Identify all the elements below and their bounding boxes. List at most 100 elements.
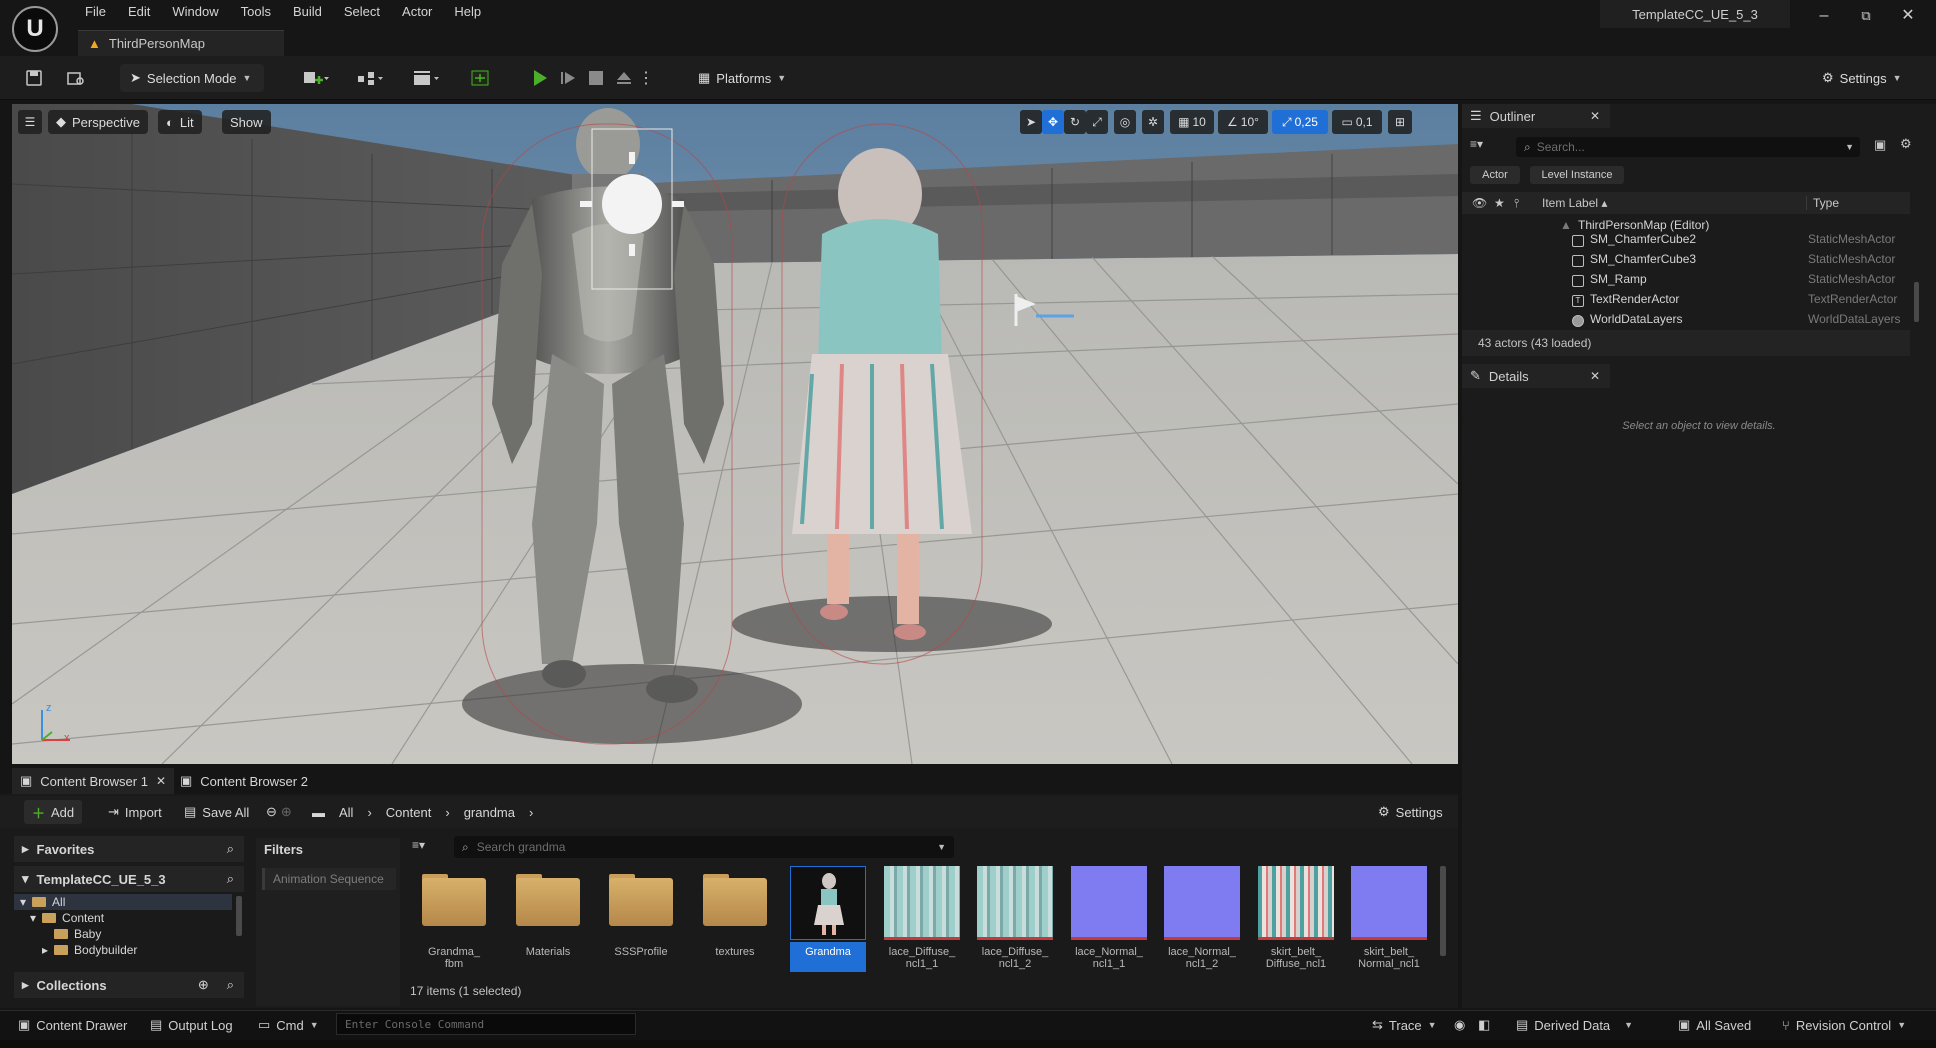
level-tab[interactable]: ▲ ThirdPersonMap — [78, 30, 284, 56]
add-button[interactable]: ＋ Add — [24, 800, 83, 824]
menu-edit[interactable]: Edit — [117, 2, 161, 22]
pin-icon[interactable]: ⫯ — [1514, 196, 1519, 211]
column-type[interactable]: Type — [1806, 196, 1839, 210]
asset-tile[interactable]: lace_Normal_ ncl1_2 — [1164, 866, 1240, 972]
build-icon[interactable] — [466, 66, 494, 90]
outliner-row[interactable]: SM_ChamferCube2 StaticMeshActor — [1462, 232, 1910, 252]
unreal-logo-icon[interactable]: U — [12, 6, 58, 52]
outliner-settings-icon[interactable]: ⚙ — [1900, 136, 1912, 152]
stop-icon[interactable] — [582, 66, 610, 90]
breadcrumb-grandma[interactable]: grandma — [464, 805, 515, 820]
scale-tool-icon[interactable]: ⤢ — [1086, 110, 1108, 134]
asset-search-input[interactable]: ⌕ Search grandma ▼ — [454, 836, 954, 858]
menu-window[interactable]: Window — [161, 2, 229, 22]
cinematics-icon[interactable] — [406, 66, 446, 90]
select-tool-icon[interactable]: ➤ — [1020, 110, 1042, 134]
tree-item-baby[interactable]: Baby — [54, 926, 101, 942]
grid-snap-button[interactable]: ▦ 10 — [1170, 110, 1214, 134]
chevron-right-icon[interactable]: › — [367, 805, 371, 820]
asset-tile[interactable]: lace_Diffuse_ ncl1_1 — [884, 866, 960, 972]
viewport-scene[interactable] — [12, 104, 1458, 764]
content-drawer-button[interactable]: ▣ Content Drawer — [18, 1014, 127, 1036]
asset-tile[interactable]: Grandma_ fbm — [416, 866, 492, 972]
asset-filter-icon[interactable]: ≡▾ — [412, 838, 425, 852]
maximize-button[interactable]: ⧉ — [1846, 4, 1886, 28]
viewport-menu-icon[interactable]: ☰ — [18, 110, 42, 134]
save-all-button[interactable]: ▤ Save All — [176, 800, 257, 824]
close-window-button[interactable]: ✕ — [1888, 4, 1928, 28]
asset-tile[interactable]: skirt_belt_ Diffuse_ncl1 — [1258, 866, 1334, 972]
menu-select[interactable]: Select — [333, 2, 391, 22]
import-button[interactable]: ⇥ Import — [100, 800, 170, 824]
details-tab[interactable]: ✎ Details ✕ — [1462, 364, 1610, 388]
search-icon[interactable]: ⌕ — [227, 871, 234, 887]
add-collection-icon[interactable]: ⊕ — [198, 977, 209, 993]
filter-actor[interactable]: Actor — [1470, 166, 1520, 184]
chevron-right-icon[interactable]: › — [445, 805, 449, 820]
console-command-input[interactable]: Enter Console Command — [336, 1013, 636, 1035]
menu-help[interactable]: Help — [443, 2, 492, 22]
add-folder-icon[interactable]: ▣ — [1874, 137, 1886, 153]
asset-tile[interactable]: skirt_belt_ Normal_ncl1 — [1351, 866, 1427, 972]
asset-scrollbar[interactable] — [1440, 866, 1446, 956]
screenshot-icon[interactable]: ◧ — [1478, 1014, 1490, 1036]
asset-tile[interactable]: lace_Normal_ ncl1_1 — [1071, 866, 1147, 972]
cb-settings-button[interactable]: ⚙ Settings — [1370, 800, 1451, 824]
rotate-tool-icon[interactable]: ↻ — [1064, 110, 1086, 134]
breadcrumb-content[interactable]: Content — [386, 805, 432, 820]
menu-build[interactable]: Build — [282, 2, 333, 22]
output-log-button[interactable]: ▤ Output Log — [150, 1014, 233, 1036]
search-icon[interactable]: ⌕ — [227, 977, 234, 993]
perspective-button[interactable]: ◆ Perspective — [48, 110, 148, 134]
record-icon[interactable]: ◉ — [1454, 1014, 1465, 1036]
close-icon[interactable]: ✕ — [156, 774, 166, 788]
asset-tile[interactable]: Grandma — [790, 866, 866, 972]
asset-tile[interactable]: lace_Diffuse_ ncl1_2 — [977, 866, 1053, 972]
visibility-icon[interactable]: 👁 — [1472, 196, 1487, 210]
play-button[interactable] — [526, 66, 554, 90]
tree-item-all[interactable]: ▾ All — [20, 894, 65, 910]
derived-data-button[interactable]: ▤ Derived Data ▼ — [1516, 1014, 1633, 1036]
chevron-right-icon[interactable]: › — [529, 805, 533, 820]
favorites-section[interactable]: ▸ Favorites ⌕ — [14, 836, 244, 862]
outliner-row[interactable]: WorldDataLayers WorldDataLayers — [1462, 312, 1910, 332]
camera-speed-button[interactable]: ▭ 0,1 — [1332, 110, 1382, 134]
filter-level-instance[interactable]: Level Instance — [1530, 166, 1624, 184]
tab-content-browser-2[interactable]: ▣ Content Browser 2 — [172, 768, 316, 794]
advance-frame-icon[interactable] — [554, 66, 582, 90]
outliner-row[interactable]: SM_ChamferCube3 StaticMeshActor — [1462, 252, 1910, 272]
tree-scrollbar[interactable] — [236, 896, 242, 936]
outliner-search-input[interactable]: ⌕ Search... ▼ — [1516, 137, 1860, 157]
outliner-row[interactable]: T TextRenderActor TextRenderActor — [1462, 292, 1910, 312]
lit-button[interactable]: ◐ Lit — [158, 110, 202, 134]
coordinate-space-icon[interactable]: ◎ — [1114, 110, 1136, 134]
browse-content-icon[interactable] — [62, 66, 90, 90]
menu-actor[interactable]: Actor — [391, 2, 443, 22]
favorite-star-icon[interactable]: ★ — [1494, 196, 1505, 210]
revision-control-button[interactable]: ⑂ Revision Control ▼ — [1782, 1014, 1906, 1036]
back-icon[interactable]: ⊖ — [266, 804, 277, 820]
tree-item-bodybuilder[interactable]: ▸ Bodybuilder — [42, 942, 137, 958]
minimize-button[interactable]: – — [1804, 4, 1844, 28]
project-section[interactable]: ▾ TemplateCC_UE_5_3 ⌕ — [14, 866, 244, 892]
move-tool-icon[interactable]: ✥ — [1042, 110, 1064, 134]
search-icon[interactable]: ⌕ — [227, 841, 234, 857]
all-saved-button[interactable]: ▣ All Saved — [1678, 1014, 1751, 1036]
show-button[interactable]: Show — [222, 110, 271, 134]
save-icon[interactable] — [20, 66, 48, 90]
scale-snap-button[interactable]: ⤢ 0,25 — [1272, 110, 1328, 134]
tab-content-browser-1[interactable]: ▣ Content Browser 1 ✕ — [12, 768, 175, 794]
filter-icon[interactable]: ≡▾ — [1470, 137, 1483, 151]
add-actor-icon[interactable] — [296, 66, 336, 90]
cmd-dropdown[interactable]: ▭ Cmd ▼ — [258, 1014, 319, 1036]
filter-chip-animation-sequence[interactable]: Animation Sequence — [262, 868, 396, 890]
selection-mode-button[interactable]: ➤ Selection Mode ▼ — [120, 64, 264, 92]
close-icon[interactable]: ✕ — [1590, 369, 1600, 383]
trace-button[interactable]: ⇆ Trace ▼ — [1372, 1014, 1437, 1036]
breadcrumb-all[interactable]: All — [339, 805, 353, 820]
asset-tile[interactable]: textures — [697, 866, 773, 972]
outliner-tab[interactable]: ☰ Outliner ✕ — [1462, 104, 1610, 128]
platforms-button[interactable]: ▦ Platforms ▼ — [688, 64, 796, 92]
more-options-icon[interactable]: ⋮ — [638, 66, 654, 90]
eject-icon[interactable] — [610, 66, 638, 90]
